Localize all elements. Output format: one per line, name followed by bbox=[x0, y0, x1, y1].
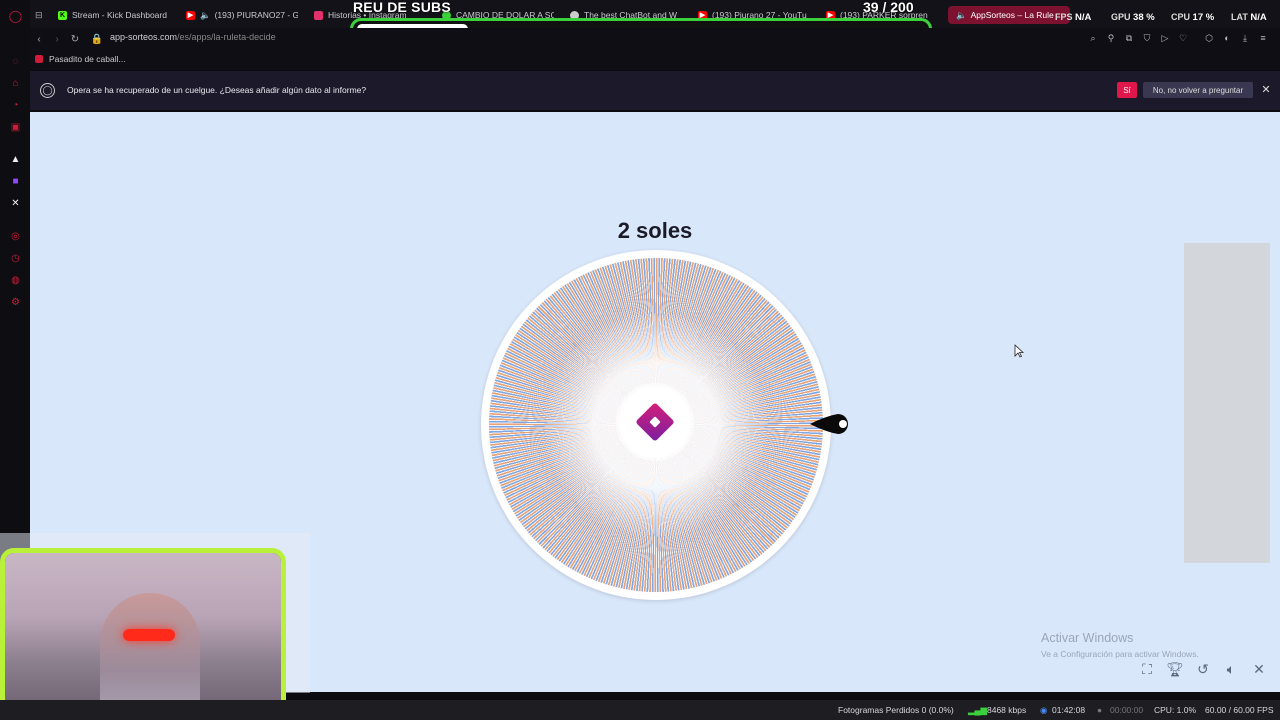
sidebar-settings-icon[interactable]: ⚙ bbox=[9, 296, 22, 309]
led-glasses bbox=[123, 629, 175, 641]
undo-icon[interactable]: ↺ bbox=[1194, 660, 1212, 678]
watermark-subtitle: Ve a Configuración para activar Windows. bbox=[1041, 649, 1199, 659]
heart-icon[interactable]: ♡ bbox=[1177, 32, 1189, 44]
player-icon[interactable]: ▷ bbox=[1159, 32, 1171, 44]
youtube-icon: ▶ bbox=[186, 10, 195, 20]
close-icon[interactable]: ✕ bbox=[1260, 83, 1272, 96]
yes-button[interactable]: Sí bbox=[1117, 82, 1137, 98]
opera-logo-icon[interactable]: ◯ bbox=[9, 9, 22, 23]
live-icon: ◉ bbox=[1040, 705, 1048, 715]
sidebar-player-icon[interactable]: ▣ bbox=[9, 121, 22, 134]
dont-ask-again-button[interactable]: No, no volver a preguntar bbox=[1143, 82, 1253, 98]
webcam-overlay bbox=[0, 548, 286, 718]
download-icon[interactable]: ⤓ bbox=[1239, 32, 1251, 44]
fullscreen-icon[interactable]: ⛶ bbox=[1138, 660, 1156, 678]
lock-icon: 🔒 bbox=[90, 33, 104, 45]
youtube-icon bbox=[35, 55, 43, 63]
bookmark-label: Pasadito de caball... bbox=[49, 54, 126, 64]
instagram-icon bbox=[314, 10, 323, 20]
sidebar-shopping-icon[interactable]: ⌂ bbox=[9, 77, 22, 90]
spin-button[interactable] bbox=[619, 386, 691, 458]
lat-readout: LAT N/A bbox=[1231, 12, 1267, 23]
subgoal-title: REU DE SUBS bbox=[353, 0, 451, 15]
prize-row: 2 soles bbox=[30, 218, 1280, 244]
bookmarks-bar: Pasadito de caball... bbox=[30, 50, 1280, 70]
sidebar-kick-icon[interactable]: ▲ bbox=[9, 153, 22, 166]
tab-label: AppSorteos – La Rule bbox=[970, 10, 1054, 20]
tab-appsorteos[interactable]: 🔈 AppSorteos – La Rule bbox=[948, 6, 1070, 24]
sidebar-chat-icon[interactable]: ◍ bbox=[9, 274, 22, 287]
sidebar-home-icon[interactable]: ◌ bbox=[9, 55, 22, 68]
sidebar-clock-icon[interactable]: ◷ bbox=[9, 252, 22, 265]
fps-readout: FPS N/A bbox=[1055, 12, 1092, 23]
appsorteos-logo-icon bbox=[635, 402, 675, 442]
speaker-icon: 🔈 bbox=[956, 9, 967, 20]
crash-recovery-infobar: ◯ Opera se ha recuperado de un cuelgue. … bbox=[30, 71, 1280, 110]
forward-icon[interactable]: › bbox=[50, 32, 64, 46]
bookmark-item[interactable]: Pasadito de caball... bbox=[35, 54, 126, 64]
rec-time: 00:00:00 bbox=[1110, 705, 1144, 715]
opera-info-icon: ◯ bbox=[40, 83, 55, 98]
back-icon[interactable]: ‹ bbox=[32, 32, 46, 46]
sidebar-messenger-icon[interactable]: ◔ bbox=[9, 99, 22, 112]
watermark-title: Activar Windows bbox=[1041, 631, 1134, 645]
tab-label: (193) PIURANO27 - G bbox=[214, 10, 298, 20]
gpu-readout: GPU 38 % bbox=[1111, 12, 1155, 23]
trophy-icon[interactable]: 🏆︎ bbox=[1166, 660, 1184, 678]
tab-overview-icon[interactable]: ⊟ bbox=[35, 6, 49, 24]
sidebar-x-icon[interactable]: ✕ bbox=[9, 197, 22, 210]
signal-icon: ▂▄▆ bbox=[968, 705, 988, 715]
zoom-icon[interactable]: ⌕ bbox=[1087, 32, 1099, 44]
infobar-message: Opera se ha recuperado de un cuelgue. ¿D… bbox=[67, 85, 367, 95]
address-bar: ‹ › ↻ 🔒 app-sorteos.com/es/apps/la-rulet… bbox=[30, 28, 1280, 50]
sound-icon[interactable]: 🔈︎ bbox=[1222, 660, 1240, 678]
fps-status: 60.00 / 60.00 FPS bbox=[1205, 705, 1274, 715]
live-time: 01:42:08 bbox=[1052, 705, 1086, 715]
cpu-readout: CPU 17 % bbox=[1171, 12, 1215, 23]
tab-kick-dashboard[interactable]: K Stream - Kick Dashboard bbox=[58, 6, 183, 24]
snapshot-icon[interactable]: ⧉ bbox=[1123, 32, 1135, 44]
speaker-icon: 🔈 bbox=[200, 9, 211, 20]
mouse-cursor-icon bbox=[1014, 344, 1024, 358]
url-path: /es/apps/la-ruleta-decide bbox=[177, 32, 276, 42]
account-icon[interactable]: ◐ bbox=[1221, 32, 1233, 44]
subgoal-count: 39 / 200 bbox=[863, 0, 914, 15]
obs-status-bar: Fotogramas Perdidos 0 (0.0%) ▂▄▆ 8468 kb… bbox=[0, 700, 1280, 720]
menu-icon[interactable]: ≡ bbox=[1257, 32, 1269, 44]
windows-activation-watermark: Activar Windows Ve a Configuración para … bbox=[1041, 631, 1199, 659]
record-icon: ● bbox=[1097, 705, 1103, 715]
reload-icon[interactable]: ↻ bbox=[68, 32, 82, 46]
sidebar-twitch-icon[interactable]: ■ bbox=[9, 175, 22, 188]
close-icon[interactable]: ✕ bbox=[1250, 660, 1268, 678]
ad-panel bbox=[1184, 243, 1270, 563]
dropped-frames: Fotogramas Perdidos 0 (0.0%) bbox=[838, 705, 954, 715]
tab-label: Stream - Kick Dashboard bbox=[72, 10, 167, 20]
url-host: app-sorteos.com bbox=[110, 32, 178, 42]
sidebar-history-icon[interactable]: ◎ bbox=[9, 230, 22, 243]
prize-title: 2 soles bbox=[617, 218, 693, 243]
extensions-icon[interactable]: ⬡ bbox=[1203, 32, 1215, 44]
tab-youtube-piurano[interactable]: ▶ 🔈 (193) PIURANO27 - G bbox=[186, 6, 298, 24]
screen: ◯ ◌ ⌂ ◔ ▣ ▲ ■ ✕ ◎ ◷ ◍ ⚙ ⊟ K Stream - Kic… bbox=[0, 0, 1280, 720]
wheel-controls: ⛶ 🏆︎ ↺ 🔈︎ ✕ bbox=[1138, 660, 1268, 678]
url-field[interactable]: app-sorteos.com/es/apps/la-ruleta-decide bbox=[110, 32, 276, 42]
shield-icon[interactable]: ⛉ bbox=[1141, 32, 1153, 44]
bitrate: 8468 kbps bbox=[987, 705, 1027, 715]
wheel-pointer-icon bbox=[810, 414, 848, 434]
cpu-usage: CPU: 1.0% bbox=[1154, 705, 1197, 715]
kick-icon: K bbox=[58, 10, 67, 20]
pin-icon[interactable]: ⚲ bbox=[1105, 32, 1117, 44]
